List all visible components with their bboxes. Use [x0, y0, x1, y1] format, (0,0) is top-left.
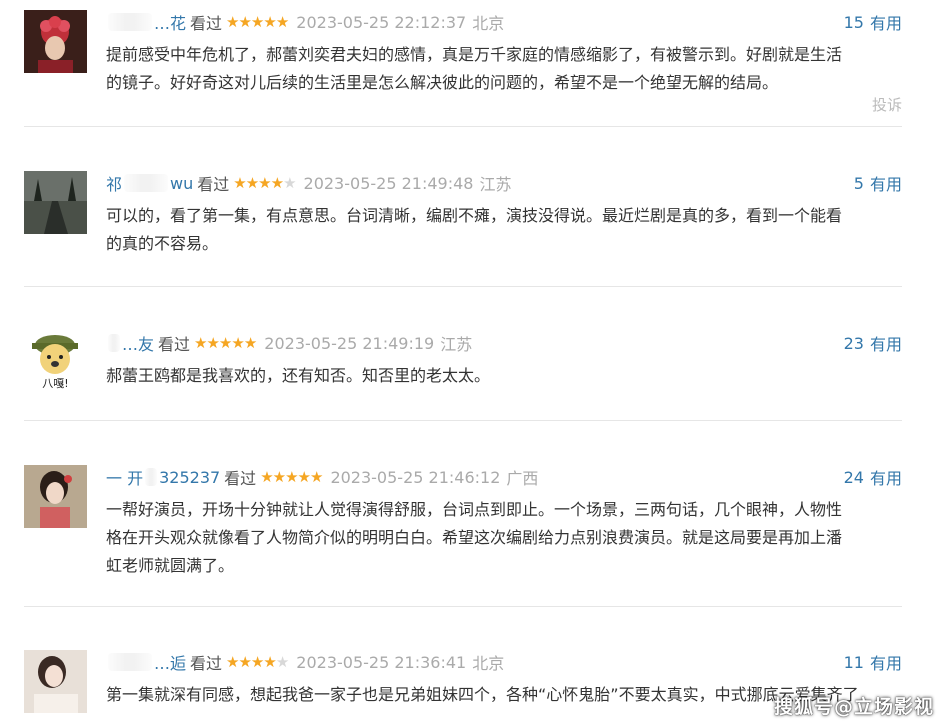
useful-count: 15	[843, 12, 864, 32]
username-link[interactable]: 祁	[106, 171, 122, 195]
review-content: 郝蕾王鸥都是我喜欢的，还有知否。知否里的老太太。	[106, 362, 906, 390]
username-link[interactable]: 325237	[159, 468, 220, 487]
review-meta: 一 开 325237 看过 ★★★★★ 2023-05-25 21:46:12 …	[106, 465, 912, 489]
review-text-line: 虹老师就圆满了。	[106, 556, 235, 575]
review-content: 提前感受中年危机了，郝蕾刘奕君夫妇的感情，真是万千家庭的情感缩影了，有被警示到。…	[106, 41, 906, 97]
review-time: 2023-05-25 21:49:48	[303, 173, 474, 193]
useful-button[interactable]: 24 有用	[844, 465, 902, 489]
watch-status: 看过	[158, 335, 191, 354]
review-text-line: 的真的不容易。	[106, 234, 219, 253]
useful-button[interactable]: 5 有用	[854, 171, 902, 195]
review-text-line: 格在开头观众就像看了人物简介似的明明白白。希望这次编剧给力点别浪费演员。就是这局…	[106, 528, 843, 547]
review-location: 广西	[506, 469, 539, 488]
user-avatar[interactable]	[24, 10, 87, 73]
divider	[24, 286, 902, 287]
user-avatar[interactable]	[24, 465, 87, 528]
username-link[interactable]: …花	[154, 10, 186, 34]
star-rating: ★★★★★	[260, 468, 323, 486]
review-meta: …逅 看过 ★★★★★ 2023-05-25 21:36:41 北京	[106, 650, 912, 674]
useful-label: 有用	[869, 469, 902, 488]
useful-button[interactable]: 23 有用	[844, 331, 902, 355]
star-rating: ★★★★★	[226, 13, 289, 31]
review-content: 一帮好演员，开场十分钟就让人觉得演得舒服，台词点到即止。一个场景，三两句话，几个…	[106, 496, 906, 580]
review-text-line: 一帮好演员，开场十分钟就让人觉得演得舒服，台词点到即止。一个场景，三两句话，几个…	[106, 500, 843, 519]
review-text-line: 郝蕾王鸥都是我喜欢的，还有知否。知否里的老太太。	[106, 366, 491, 385]
username-link[interactable]: 一 开	[106, 465, 143, 489]
useful-button[interactable]: 11 有用	[844, 650, 902, 674]
useful-button[interactable]: 15 有用	[844, 10, 902, 34]
review-content: 可以的，看了第一集，有点意思。台词清晰，编剧不瘫，演技没得说。最近烂剧是真的多，…	[106, 202, 906, 258]
review-location: 北京	[472, 654, 505, 673]
useful-count: 5	[853, 173, 864, 193]
useful-label: 有用	[869, 654, 902, 673]
user-avatar[interactable]	[24, 650, 87, 713]
user-avatar[interactable]	[24, 171, 87, 234]
blurred-username	[145, 468, 158, 486]
review-time: 2023-05-25 21:36:41	[296, 652, 467, 672]
watch-status: 看过	[197, 175, 230, 194]
username-link[interactable]: wu	[170, 174, 193, 193]
review-time: 2023-05-25 21:49:19	[264, 333, 435, 353]
blurred-username	[108, 653, 152, 671]
useful-count: 11	[843, 652, 864, 672]
review-location: 北京	[472, 14, 505, 33]
blurred-username	[108, 334, 120, 352]
useful-label: 有用	[869, 335, 902, 354]
review-location: 江苏	[440, 335, 473, 354]
divider	[24, 420, 902, 421]
useful-count: 24	[843, 467, 864, 487]
watch-status: 看过	[224, 469, 257, 488]
divider	[24, 126, 902, 127]
review-time: 2023-05-25 22:12:37	[296, 12, 467, 32]
watch-status: 看过	[190, 654, 223, 673]
username-link[interactable]: …友	[122, 331, 154, 355]
star-rating: ★★★★★	[226, 653, 289, 671]
divider	[24, 606, 902, 607]
useful-count: 23	[843, 333, 864, 353]
username-link[interactable]: …逅	[154, 650, 186, 674]
review-meta: …花 看过 ★★★★★ 2023-05-25 22:12:37 北京	[106, 10, 912, 34]
useful-label: 有用	[869, 14, 902, 33]
watch-status: 看过	[190, 14, 223, 33]
review-meta: …友 看过 ★★★★★ 2023-05-25 21:49:19 江苏	[106, 331, 912, 355]
blurred-username	[108, 13, 152, 31]
review-text-line: 的镜子。好好奇这对儿后续的生活里是怎么解决彼此的问题的，希望不是一个绝望无解的结…	[106, 73, 779, 92]
star-rating: ★★★★★	[194, 334, 257, 352]
user-avatar[interactable]: 八嘎!	[24, 331, 87, 394]
review-meta: 祁 wu 看过 ★★★★★ 2023-05-25 21:49:48 江苏	[106, 171, 912, 195]
useful-label: 有用	[869, 175, 902, 194]
review-location: 江苏	[479, 175, 512, 194]
review-time: 2023-05-25 21:46:12	[330, 467, 501, 487]
star-rating: ★★★★★	[233, 174, 296, 192]
review-text-line: 提前感受中年危机了，郝蕾刘奕君夫妇的感情，真是万千家庭的情感缩影了，有被警示到。…	[106, 45, 843, 64]
report-link[interactable]: 投诉	[872, 94, 902, 115]
blurred-username	[124, 174, 169, 192]
watermark: 搜狐号@立场影视	[773, 696, 934, 718]
review-text-line: 可以的，看了第一集，有点意思。台词清晰，编剧不瘫，演技没得说。最近烂剧是真的多，…	[106, 206, 843, 225]
avatar-caption: 八嘎!	[42, 377, 69, 390]
